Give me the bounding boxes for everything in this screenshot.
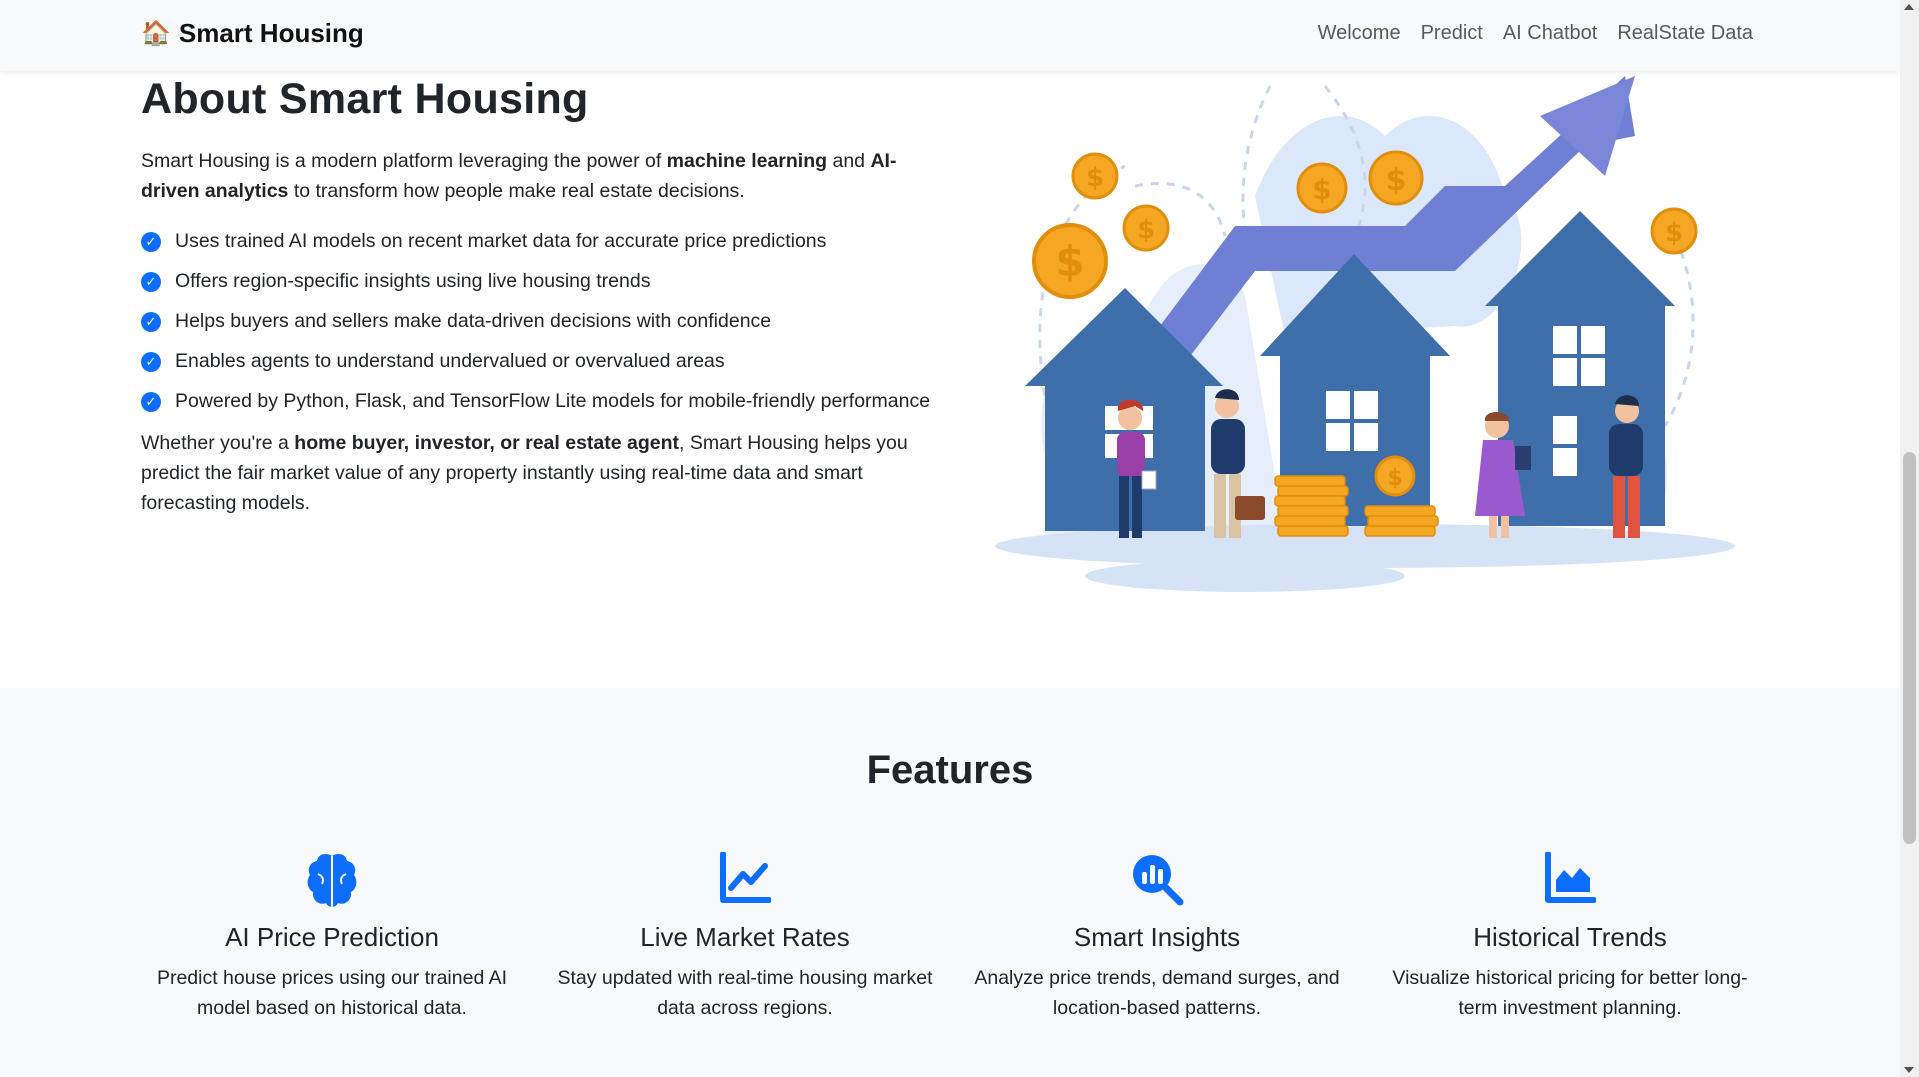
outro-bold: home buyer, investor, or real estate age… — [294, 432, 680, 454]
feature-desc: Visualize historical pricing for better … — [1392, 967, 1748, 1019]
feature-title: AI Price Prediction — [225, 922, 439, 952]
check-circle-icon: ✓ — [141, 232, 161, 252]
brain-icon — [137, 852, 527, 908]
feature-card: Historical Trends Visualize historical p… — [1375, 852, 1765, 1023]
feature-desc: Stay updated with real-time housing mark… — [557, 967, 933, 1019]
list-item: ✓ Powered by Python, Flask, and TensorFlo… — [141, 386, 931, 416]
svg-text:$: $ — [1086, 163, 1104, 193]
nav-link-ai-chatbot[interactable]: AI Chatbot — [1503, 22, 1598, 45]
navbar: 🏠 Smart Housing Welcome Predict AI Chatb… — [0, 0, 1900, 71]
about-points: ✓ Uses trained AI models on recent market… — [141, 226, 931, 416]
brand-name: Smart Housing — [178, 18, 364, 48]
search-chart-icon — [962, 852, 1352, 908]
feature-card: AI Price Prediction Predict house prices… — [137, 852, 527, 1023]
about-intro: Smart Housing is a modern platform lever… — [141, 146, 931, 206]
house-icon: 🏠 — [141, 19, 171, 47]
svg-text:$: $ — [1055, 237, 1084, 286]
check-circle-icon: ✓ — [141, 352, 161, 372]
point-text: Powered by Python, Flask, and TensorFlow… — [175, 390, 931, 412]
check-circle-icon: ✓ — [141, 312, 161, 332]
about-text: About Smart Housing Smart Housing is a m… — [141, 75, 931, 518]
intro-text: to transform how people make real estate… — [288, 180, 745, 202]
features-title: Features — [866, 748, 1034, 792]
scrollbar-thumb[interactable] — [1903, 452, 1916, 844]
line-chart-icon — [550, 852, 940, 908]
check-circle-icon: ✓ — [141, 272, 161, 292]
point-text: Enables agents to understand undervalued… — [175, 350, 725, 372]
housing-illustration: $ $ $ $ $ $ $ — [995, 76, 1735, 592]
list-item: ✓ Uses trained AI models on recent market… — [141, 226, 931, 256]
svg-text:$: $ — [1312, 173, 1331, 206]
nav-links: Welcome Predict AI Chatbot RealState Dat… — [1318, 22, 1753, 45]
feature-title: Smart Insights — [1073, 922, 1241, 952]
nav-link-welcome[interactable]: Welcome — [1318, 22, 1401, 45]
point-text: Offers region-specific insights using li… — [175, 270, 651, 292]
list-item: ✓ Offers region-specific insights using l… — [141, 266, 931, 296]
nav-link-realstate-data[interactable]: RealState Data — [1617, 22, 1753, 45]
intro-text: Smart Housing is a modern platform lever… — [141, 150, 667, 172]
scroll-up-arrow-icon[interactable] — [1904, 4, 1914, 10]
intro-text: and — [827, 150, 871, 172]
point-text: Uses trained AI models on recent market … — [175, 230, 827, 252]
feature-card: Live Market Rates Stay updated with real… — [550, 852, 940, 1023]
feature-title: Live Market Rates — [640, 922, 850, 952]
scroll-down-arrow-icon[interactable] — [1904, 1067, 1914, 1073]
area-chart-icon — [1375, 852, 1765, 908]
feature-card: Smart Insights Analyze price trends, dem… — [962, 852, 1352, 1023]
point-text: Helps buyers and sellers make data-drive… — [175, 310, 772, 332]
about-section: About Smart Housing Smart Housing is a m… — [0, 71, 1900, 688]
svg-text:$: $ — [1665, 218, 1683, 248]
svg-text:$: $ — [1386, 163, 1407, 198]
intro-bold-ml: machine learning — [666, 150, 828, 172]
list-item: ✓ Helps buyers and sellers make data-driv… — [141, 306, 931, 336]
feature-desc: Analyze price trends, demand surges, and… — [974, 967, 1340, 1019]
about-title: About Smart Housing — [141, 75, 589, 123]
brand-link[interactable]: 🏠 Smart Housing — [141, 18, 364, 49]
about-outro: Whether you're a home buyer, investor, o… — [141, 428, 931, 518]
page-viewport: 🏠 Smart Housing Welcome Predict AI Chatb… — [0, 0, 1900, 1077]
nav-link-predict[interactable]: Predict — [1421, 22, 1483, 45]
page-scrollbar[interactable] — [1900, 0, 1919, 1077]
list-item: ✓ Enables agents to understand undervalue… — [141, 346, 931, 376]
outro-text: Whether you're a — [141, 432, 295, 454]
svg-text:$: $ — [1387, 466, 1402, 491]
check-circle-icon: ✓ — [141, 392, 161, 412]
feature-title: Historical Trends — [1473, 922, 1667, 952]
svg-text:$: $ — [1137, 215, 1155, 245]
feature-desc: Predict house prices using our trained A… — [156, 967, 508, 1019]
features-section: Features AI Price Prediction Predict hou… — [0, 688, 1900, 1077]
